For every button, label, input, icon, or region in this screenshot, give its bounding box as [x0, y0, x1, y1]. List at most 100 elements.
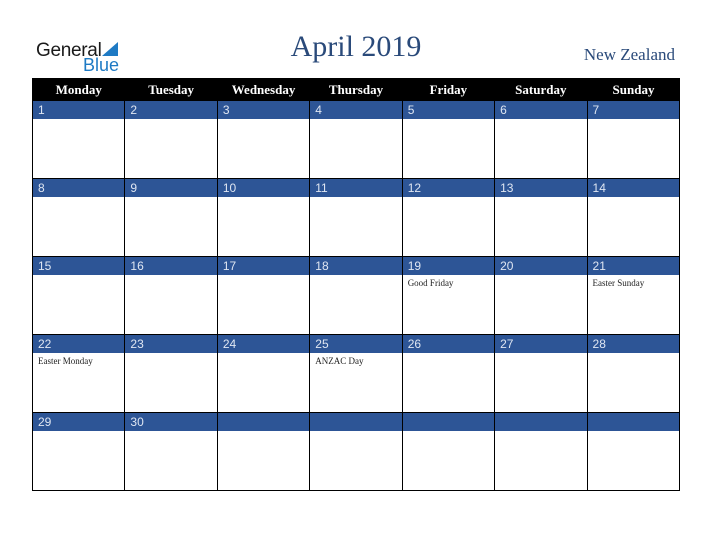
day-cell[interactable]: 21 Easter Sunday: [586, 256, 681, 335]
day-cell[interactable]: [494, 412, 588, 491]
holiday-label: Easter Sunday: [592, 278, 645, 288]
day-number: 27: [495, 335, 587, 353]
day-cell[interactable]: 17: [216, 256, 311, 335]
day-cell[interactable]: 12: [401, 178, 496, 257]
day-cell[interactable]: 19 Good Friday: [401, 256, 496, 335]
week-row: 8 9 10 11 12 13 14: [31, 178, 681, 257]
day-cell[interactable]: [401, 412, 496, 491]
day-number: [587, 413, 679, 431]
day-cell[interactable]: 4: [309, 101, 403, 179]
day-cell[interactable]: 25 ANZAC Day: [309, 334, 403, 413]
day-cell[interactable]: 8: [31, 178, 126, 257]
day-cell[interactable]: 29: [31, 412, 126, 491]
holiday-label: [403, 353, 494, 356]
day-cell[interactable]: 24: [216, 334, 311, 413]
day-cell[interactable]: [309, 412, 403, 491]
day-cell[interactable]: 10: [216, 178, 311, 257]
day-cell[interactable]: 13: [494, 178, 588, 257]
day-number: 19: [402, 257, 495, 275]
day-number: 29: [33, 413, 125, 431]
day-cell[interactable]: 16: [124, 256, 218, 335]
day-cell[interactable]: 20: [494, 256, 588, 335]
holiday-label: [218, 275, 309, 278]
day-cell[interactable]: 14: [586, 178, 681, 257]
holiday-label: [403, 119, 494, 122]
region-label: New Zealand: [583, 45, 675, 64]
holiday-label: [218, 197, 309, 200]
holiday-label: [310, 119, 401, 122]
day-cell[interactable]: 27: [494, 334, 588, 413]
day-number: 16: [125, 257, 217, 275]
day-number: 14: [587, 179, 679, 197]
day-number: 1: [33, 101, 125, 119]
day-number: 13: [495, 179, 587, 197]
day-number: 10: [217, 179, 310, 197]
week-row: 15 16 17 18 19 Good Friday 20 21 Easter Sunday: [31, 256, 681, 335]
holiday-label: [588, 353, 679, 356]
day-number: 2: [125, 101, 217, 119]
week-row: 22 Easter Monday 23 24 25 ANZAC Day 26 27 28: [31, 334, 681, 413]
day-number: 9: [125, 179, 217, 197]
day-cell[interactable]: 1: [31, 101, 126, 179]
day-cell[interactable]: 3: [216, 101, 311, 179]
weekday-header-monday: Monday: [31, 78, 125, 101]
day-number: [402, 413, 495, 431]
holiday-label: [495, 431, 586, 434]
day-cell[interactable]: 28: [586, 334, 681, 413]
holiday-label: Good Friday: [407, 278, 454, 288]
day-cell[interactable]: [216, 412, 311, 491]
day-cell[interactable]: 22 Easter Monday: [31, 334, 126, 413]
day-number: 5: [402, 101, 495, 119]
holiday-label: [125, 353, 216, 356]
holiday-label: [495, 119, 586, 122]
holiday-label: [310, 431, 401, 434]
day-number: [217, 413, 310, 431]
day-cell[interactable]: [586, 412, 681, 491]
holiday-label: [495, 197, 586, 200]
holiday-label: [125, 431, 216, 434]
weekday-header-row: Monday Tuesday Wednesday Thursday Friday Satu…: [31, 78, 680, 101]
holiday-label: [403, 197, 494, 200]
day-cell[interactable]: 2: [124, 101, 218, 179]
day-cell[interactable]: 9: [124, 178, 218, 257]
day-number: 20: [495, 257, 587, 275]
holiday-label: [588, 119, 679, 122]
day-number: [495, 413, 587, 431]
holiday-label: [125, 197, 216, 200]
holiday-label: [588, 431, 679, 434]
day-cell[interactable]: 18: [309, 256, 403, 335]
holiday-label: [218, 119, 309, 122]
day-number: 22: [33, 335, 125, 353]
weekday-header-friday: Friday: [401, 78, 495, 101]
holiday-label: Easter Monday: [38, 356, 93, 366]
holiday-label: [33, 119, 124, 122]
holiday-label: [218, 353, 309, 356]
day-number: 24: [217, 335, 310, 353]
day-number: 7: [587, 101, 679, 119]
calendar-grid: Monday Tuesday Wednesday Thursday Friday Satu…: [31, 78, 681, 491]
holiday-label: [495, 275, 586, 278]
day-cell[interactable]: 23: [124, 334, 218, 413]
day-cell[interactable]: 6: [494, 101, 588, 179]
weekday-header-saturday: Saturday: [494, 78, 588, 101]
holiday-label: ANZAC Day: [315, 356, 364, 366]
holiday-label: [403, 431, 494, 434]
holiday-label: [125, 275, 216, 278]
weekday-header-wednesday: Wednesday: [216, 78, 310, 101]
day-cell[interactable]: 5: [401, 101, 496, 179]
day-number: 12: [402, 179, 495, 197]
day-number: 17: [217, 257, 310, 275]
week-row: 29 30: [31, 412, 681, 491]
day-number: 11: [310, 179, 402, 197]
day-cell[interactable]: 30: [124, 412, 218, 491]
day-cell[interactable]: 11: [309, 178, 403, 257]
holiday-label: [218, 431, 309, 434]
week-row: 1234567: [31, 101, 681, 179]
day-cell[interactable]: 26: [401, 334, 496, 413]
day-number: 26: [402, 335, 495, 353]
weekday-header-sunday: Sunday: [586, 78, 680, 101]
holiday-label: [33, 431, 124, 434]
day-cell[interactable]: 15: [31, 256, 126, 335]
day-cell[interactable]: 7: [586, 101, 681, 179]
day-number: 18: [310, 257, 402, 275]
